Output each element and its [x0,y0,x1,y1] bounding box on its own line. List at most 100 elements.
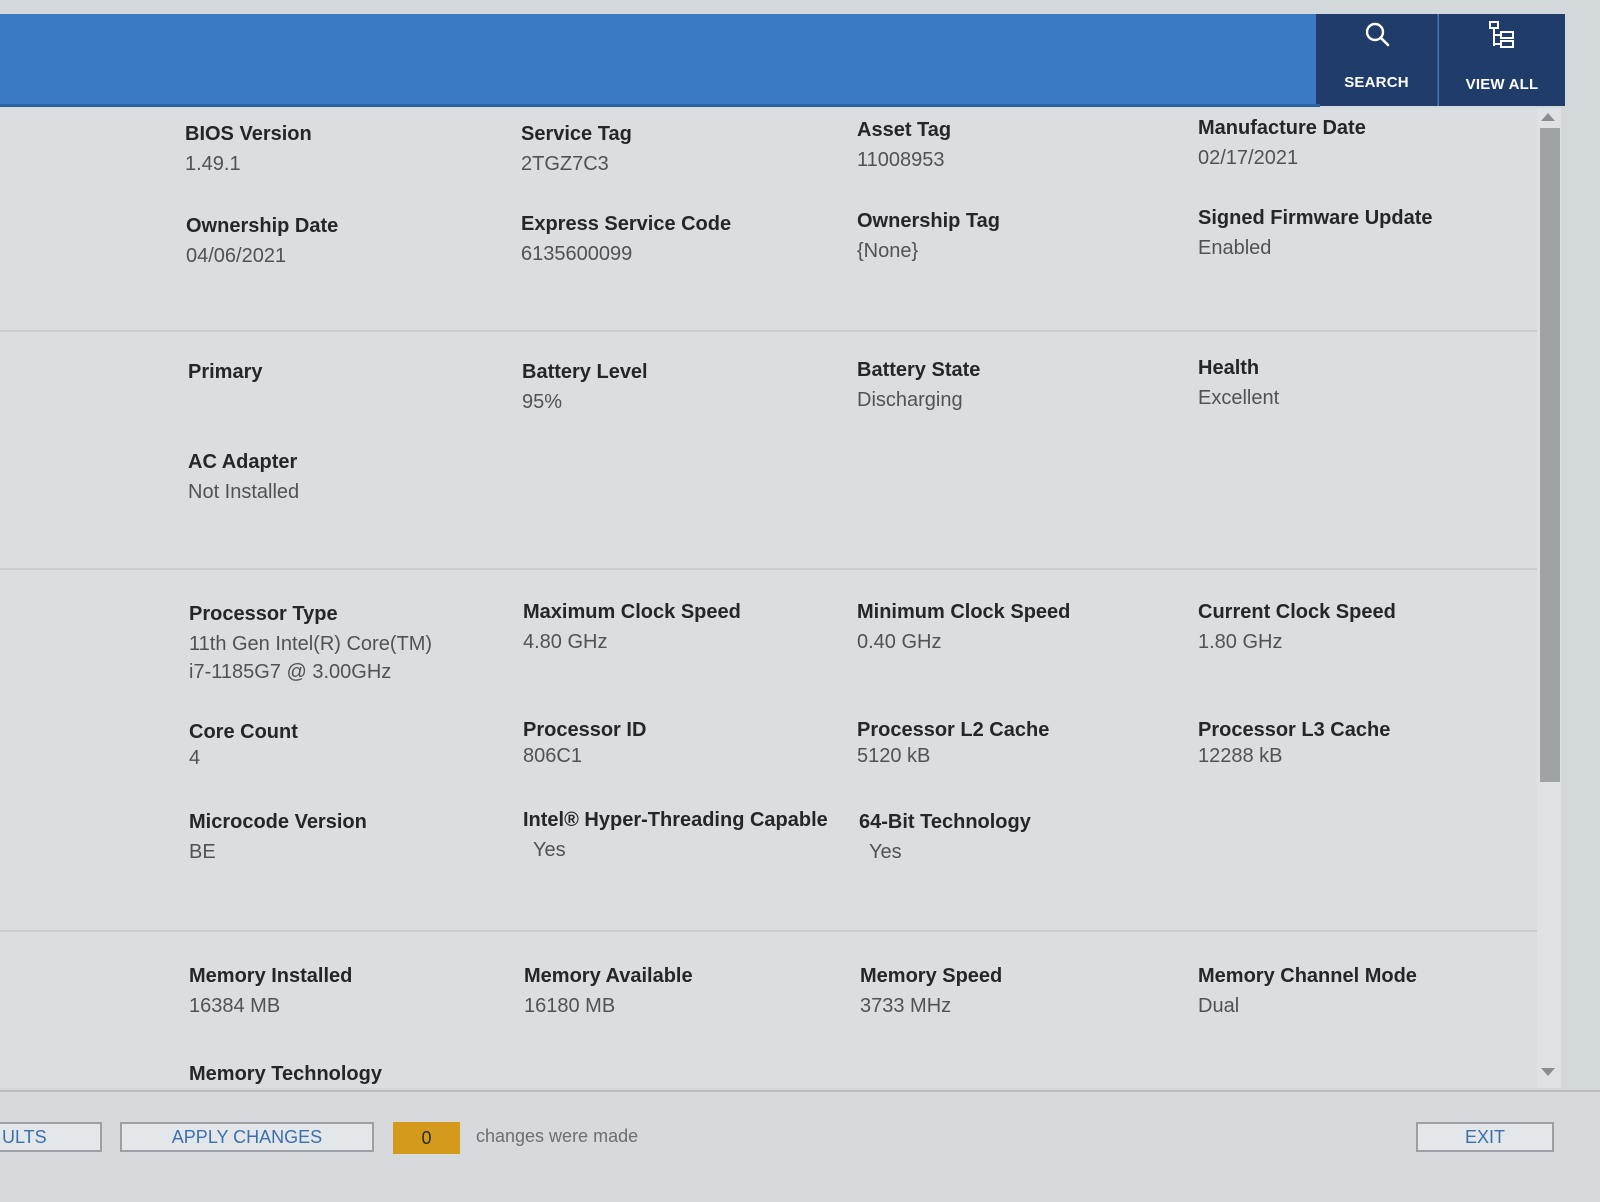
apply-changes-label: APPLY CHANGES [171,1126,323,1147]
view-all-button[interactable]: VIEW ALL [1439,14,1565,106]
field-value: 12288 kB [1198,745,1283,767]
changes-count-badge: 0 [393,1122,460,1154]
hyper-threading-field: Intel® Hyper-Threading Capable Yes [523,808,853,864]
memory-installed-field: Memory Installed 16384 MB [189,964,509,1020]
field-label: AC Adapter [188,451,298,473]
memory-section: Memory Installed 16384 MB Memory Availab… [0,930,1540,1088]
field-label: Intel® Hyper-Threading Capable [523,809,828,831]
field-label: Ownership Tag [857,210,1000,232]
field-value: 16384 MB [189,995,281,1017]
field-label: 64-Bit Technology [859,811,1031,833]
field-value: 5120 kB [857,745,931,767]
field-label: Memory Installed [189,965,353,987]
scrollbar-thumb[interactable] [1540,128,1560,782]
memory-available-field: Memory Available 16180 MB [524,964,844,1020]
processor-section: Processor Type 11th Gen Intel(R) Core(TM… [0,568,1540,932]
search-button[interactable]: SEARCH [1316,14,1438,106]
field-value: 1.80 GHz [1198,631,1283,653]
field-label: Core Count [189,721,298,743]
field-value: 02/17/2021 [1198,147,1299,169]
64-bit-technology-field: 64-Bit Technology Yes [859,810,1179,866]
field-value: Dual [1198,995,1240,1017]
battery-health-field: Health Excellent [1198,356,1518,412]
field-value: 6135600099 [521,243,633,265]
battery-state-field: Battery State Discharging [857,358,1177,414]
field-value: 1.49.1 [185,153,241,175]
minimum-clock-speed-field: Minimum Clock Speed 0.40 GHz [857,600,1177,656]
field-label: Processor L2 Cache [857,719,1050,741]
field-label: Processor ID [523,719,647,741]
field-value: Excellent [1198,387,1280,409]
exit-label: EXIT [1464,1126,1505,1147]
view-all-tree-icon [1489,21,1514,48]
asset-tag-field: Asset Tag 11008953 [857,118,1177,174]
ownership-tag-field: Ownership Tag {None} [857,209,1177,265]
field-label: Memory Speed [860,965,1003,987]
scroll-down-arrow-icon[interactable] [1541,1068,1555,1076]
header-divider [0,104,1320,107]
field-label: Current Clock Speed [1198,601,1396,623]
field-value: 3733 MHz [860,995,952,1017]
field-value: 806C1 [523,745,582,767]
signed-firmware-update-field: Signed Firmware Update Enabled [1198,206,1518,262]
field-label: Ownership Date [186,215,339,237]
memory-speed-field: Memory Speed 3733 MHz [860,964,1180,1020]
search-icon [1365,22,1389,47]
primary-battery-field: Primary [188,360,508,384]
field-value: 4.80 GHz [523,631,608,653]
field-label: Manufacture Date [1198,117,1366,139]
field-value: {None} [857,240,919,262]
express-service-code-field: Express Service Code 6135600099 [521,212,841,268]
field-label: Memory Technology [189,1063,382,1085]
field-label: Battery Level [522,361,648,383]
load-defaults-button[interactable]: ULTS [0,1122,102,1152]
maximum-clock-speed-field: Maximum Clock Speed 4.80 GHz [523,600,843,656]
processor-l3-cache-field: Processor L3 Cache 12288 kB [1198,718,1518,770]
field-value: 11008953 [857,149,945,171]
service-tag-field: Service Tag 2TGZ7C3 [521,122,841,178]
field-value: Discharging [857,389,963,411]
bios-version-field: BIOS Version 1.49.1 [185,122,505,178]
memory-technology-field: Memory Technology [189,1062,509,1086]
field-value: Enabled [1198,237,1272,259]
microcode-version-field: Microcode Version BE [189,810,509,866]
field-value-line1: 11th Gen Intel(R) Core(TM) [189,633,433,655]
battery-section: Primary Battery Level 95% Battery State … [0,330,1540,570]
core-count-field: Core Count 4 [189,720,509,772]
field-value: 95% [522,391,563,413]
footer-bar: ULTS APPLY CHANGES 0 changes were made E… [0,1090,1600,1202]
field-label: Minimum Clock Speed [857,601,1071,623]
field-value: 04/06/2021 [186,245,287,267]
field-label: Service Tag [521,123,632,145]
field-label: Asset Tag [857,119,952,141]
apply-changes-button[interactable]: APPLY CHANGES [120,1122,374,1152]
field-label: Memory Channel Mode [1198,965,1417,987]
changes-status-text: changes were made [476,1126,639,1146]
field-label: Processor L3 Cache [1198,719,1391,741]
memory-channel-mode-field: Memory Channel Mode Dual [1198,964,1518,1020]
field-value: 0.40 GHz [857,631,942,653]
field-value: 16180 MB [524,995,616,1017]
field-label: Health [1198,357,1260,379]
view-all-button-label: VIEW ALL [1465,76,1539,93]
field-label: Signed Firmware Update [1198,207,1433,229]
field-label: Memory Available [524,965,693,987]
processor-l2-cache-field: Processor L2 Cache 5120 kB [857,718,1177,770]
system-information-panel: BIOS Version 1.49.1 Service Tag 2TGZ7C3 … [0,108,1540,1088]
field-label: BIOS Version [185,123,312,145]
system-section: BIOS Version 1.49.1 Service Tag 2TGZ7C3 … [0,108,1540,332]
processor-id-field: Processor ID 806C1 [523,718,843,770]
header-bar: SEARCH VIEW ALL [0,14,1565,106]
field-value: BE [189,841,216,863]
exit-button[interactable]: EXIT [1416,1122,1554,1152]
field-label: Primary [188,361,263,383]
field-label: Express Service Code [521,213,732,235]
manufacture-date-field: Manufacture Date 02/17/2021 [1198,116,1518,172]
battery-level-field: Battery Level 95% [522,360,842,416]
field-value: 2TGZ7C3 [521,153,609,175]
ownership-date-field: Ownership Date 04/06/2021 [186,214,506,270]
field-label: Maximum Clock Speed [523,601,741,623]
field-label: Battery State [857,359,981,381]
scroll-up-arrow-icon[interactable] [1541,113,1555,121]
ac-adapter-field: AC Adapter Not Installed [188,450,508,506]
